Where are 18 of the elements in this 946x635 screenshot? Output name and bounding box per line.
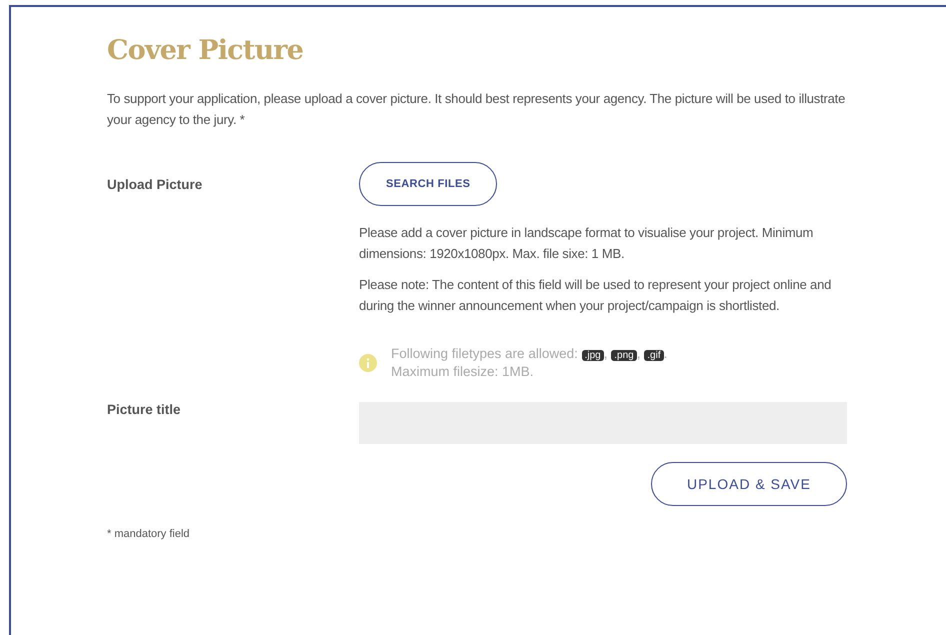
upload-save-button[interactable]: UPLOAD & SAVE bbox=[650, 462, 847, 506]
search-files-button[interactable]: SEARCH FILES bbox=[359, 162, 498, 206]
punctuation: , bbox=[604, 346, 608, 361]
page-title: Cover Picture bbox=[107, 35, 304, 66]
help-text: Please note: The content of this field will be used to represent your project online and during the winner announcement when your project/campaign is shortlisted. bbox=[359, 276, 832, 315]
filetype-info: Following filetypes are allowed: bbox=[391, 346, 578, 361]
footnote: * mandatory field bbox=[107, 528, 191, 540]
filetype-tag: .gif bbox=[644, 350, 664, 361]
punctuation: , bbox=[636, 346, 641, 361]
field-label: Upload Picture bbox=[107, 176, 204, 192]
filesize-info: Maximum filesize: 1MB. bbox=[391, 364, 534, 379]
field-label: Picture title bbox=[107, 402, 182, 417]
filetype-tag: .jpg bbox=[582, 350, 604, 361]
filetype-tag: .png bbox=[611, 350, 637, 361]
intro-text: To support your application, please upload a cover picture. It should best represents your agency. The picture will be used to illustrate your agency to the jury. * bbox=[107, 90, 846, 129]
punctuation: . bbox=[664, 346, 668, 361]
help-text: Please add a cover picture in landscape format to visualise your project. Minimum dimensions: 1920x1080px. Max. file sixe: 1 MB. bbox=[359, 224, 814, 263]
info-icon bbox=[359, 354, 377, 372]
